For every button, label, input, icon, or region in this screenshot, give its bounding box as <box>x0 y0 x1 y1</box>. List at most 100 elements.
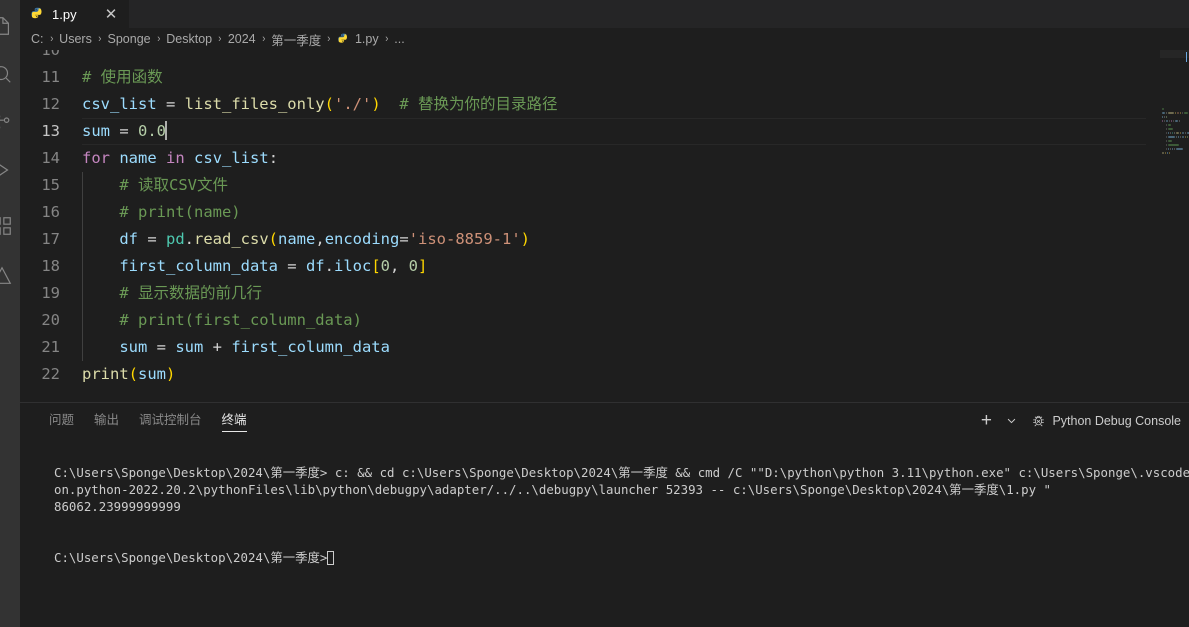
breadcrumb-item-2[interactable]: Sponge <box>106 32 153 46</box>
panel-tab-3[interactable]: 终端 <box>212 403 257 438</box>
minimap-line-mark <box>1169 152 1170 154</box>
minimap-line-mark <box>1162 120 1163 122</box>
breadcrumb-separator: › <box>261 33 266 45</box>
line-number: 10 <box>41 50 60 59</box>
minimap-line-mark <box>1168 132 1169 134</box>
code-token: sum <box>82 122 110 140</box>
code-line[interactable]: 21 sum = sum + first_column_data <box>20 334 1160 361</box>
code-token: sum <box>119 338 148 356</box>
testing-icon[interactable] <box>0 258 20 294</box>
panel-tab-0[interactable]: 问题 <box>39 403 84 438</box>
code-token: = <box>277 257 306 275</box>
code-line[interactable]: 15 # 读取CSV文件 <box>20 172 1160 199</box>
code-line[interactable]: 20 # print(first_column_data) <box>20 307 1160 334</box>
indent-guide <box>82 280 83 307</box>
code-line[interactable]: 22 print(sum) <box>20 361 1160 388</box>
code-line[interactable]: 11 # 使用函数 <box>20 64 1160 91</box>
code-line[interactable]: 16 # print(name) <box>20 199 1160 226</box>
code-token: # 读取CSV文件 <box>119 176 228 194</box>
search-icon[interactable] <box>0 56 20 92</box>
source-control-icon[interactable] <box>0 104 20 140</box>
code-line[interactable]: 12 csv_list = list_files_only('./') # 替换为… <box>20 91 1160 118</box>
panel-header: 问题 输出 调试控制台 终端 + Python Debug Console <box>20 403 1189 438</box>
terminal-prompt-line[interactable]: C:\Users\Sponge\Desktop\2024\第一季度> <box>54 549 1189 566</box>
minimap-line-mark <box>1162 116 1163 118</box>
minimap-line-mark <box>1180 112 1181 114</box>
new-terminal-icon[interactable]: + <box>975 410 997 432</box>
minimap-line-mark <box>1174 148 1175 150</box>
active-terminal-entry[interactable]: Python Debug Console <box>1025 413 1181 428</box>
breadcrumb-item-0[interactable]: C: <box>29 32 46 46</box>
terminal-output[interactable]: C:\Users\Sponge\Desktop\2024\第一季度> c: &&… <box>20 438 1189 627</box>
minimap-line-mark <box>1182 112 1183 114</box>
code-token: = <box>110 122 138 140</box>
editor-scroll-area[interactable]: 10 11 # 使用函数 12 csv_list = list_files_only('… <box>20 50 1160 402</box>
code-token: = <box>147 338 176 356</box>
code-token: = <box>399 230 409 248</box>
editor-tab-bar: 1.py ✕ <box>20 0 1189 28</box>
close-icon[interactable]: ✕ <box>102 5 120 23</box>
code-token: df <box>305 257 325 275</box>
panel-tab-2[interactable]: 调试控制台 <box>129 403 212 438</box>
code-token: './' <box>333 95 372 113</box>
breadcrumb-item-4[interactable]: 2024 <box>226 32 258 46</box>
code-token: 0 <box>380 257 390 275</box>
minimap-line-mark <box>1179 120 1180 122</box>
minimap-line-mark <box>1166 132 1167 134</box>
line-number: 15 <box>41 176 60 194</box>
line-content: df = pd.read_csv(name,encoding='iso-8859… <box>82 226 1160 253</box>
chevron-down-icon[interactable] <box>1000 410 1022 432</box>
code-token: read_csv <box>194 230 269 248</box>
breadcrumb-item-7[interactable]: ... <box>392 32 406 46</box>
code-token: csv_list <box>194 149 269 167</box>
indent-guide <box>82 253 83 280</box>
breadcrumb-item-1[interactable]: Users <box>57 32 94 46</box>
terminal-cursor <box>327 551 335 565</box>
code-line[interactable]: 14 for name in csv_list: <box>20 145 1160 172</box>
minimap[interactable] <box>1160 50 1189 402</box>
text-cursor <box>165 121 167 140</box>
breadcrumb-separator: › <box>156 33 161 45</box>
code-token: 'iso-8859-1' <box>408 230 521 248</box>
minimap-line-mark <box>1168 128 1173 130</box>
code-token: # 显示数据的前几行 <box>119 284 262 302</box>
extensions-icon[interactable] <box>0 208 20 244</box>
code-token: pd <box>166 230 185 248</box>
breadcrumb-item-5[interactable]: 第一季度 <box>269 30 323 49</box>
editor-tab-1py[interactable]: 1.py ✕ <box>20 0 130 28</box>
line-content: # 显示数据的前几行 <box>82 280 1160 307</box>
minimap-line-mark <box>1170 148 1171 150</box>
line-number: 12 <box>41 95 60 113</box>
code-token: # print(name) <box>119 203 241 221</box>
minimap-line-mark <box>1176 136 1177 138</box>
line-number: 16 <box>41 203 60 221</box>
run-debug-icon[interactable] <box>0 152 20 188</box>
panel-tab-1[interactable]: 输出 <box>84 403 129 438</box>
code-line[interactable]: 19 # 显示数据的前几行 <box>20 280 1160 307</box>
minimap-line-mark <box>1167 152 1168 154</box>
code-token: sum <box>175 338 204 356</box>
code-line[interactable]: 17 df = pd.read_csv(name,encoding='iso-8… <box>20 226 1160 253</box>
breadcrumb-item-3[interactable]: Desktop <box>164 32 214 46</box>
minimap-slider[interactable] <box>1160 50 1189 58</box>
line-number: 11 <box>41 68 60 86</box>
breadcrumb-item-6[interactable]: 1.py <box>335 32 381 46</box>
code-token: first_column_data <box>231 338 390 356</box>
breadcrumb-separator: › <box>218 33 222 45</box>
python-icon <box>338 33 347 43</box>
code-token: = <box>156 95 185 113</box>
code-line[interactable]: 18 first_column_data = df.iloc[0, 0] <box>20 253 1160 280</box>
code-token: ( <box>268 230 279 248</box>
explorer-icon[interactable] <box>0 8 20 44</box>
line-number: 13 <box>41 122 60 140</box>
minimap-line-mark <box>1180 132 1181 134</box>
code-token: for <box>82 149 110 167</box>
minimap-line-mark <box>1178 136 1179 138</box>
line-number: 17 <box>41 230 60 248</box>
code-line[interactable]: 13 sum = 0.0 <box>20 118 1160 145</box>
line-content: print(sum) <box>82 361 1160 388</box>
line-number: 18 <box>41 257 60 275</box>
